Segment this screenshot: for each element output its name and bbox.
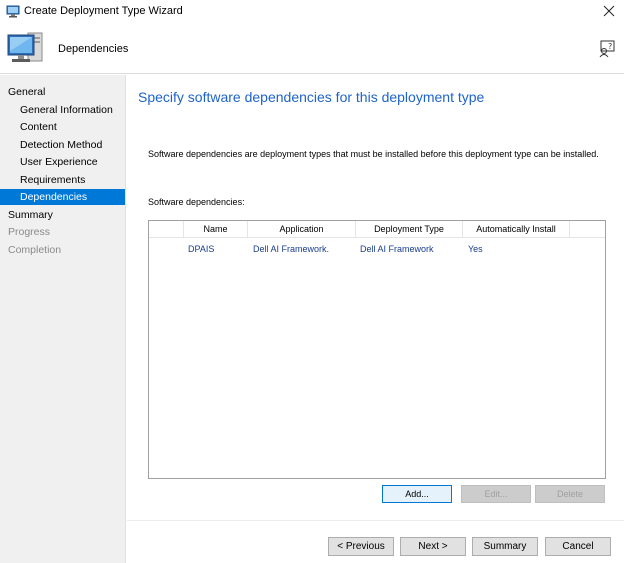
window-title: Create Deployment Type Wizard xyxy=(24,5,183,17)
sidebar-item-user-experience: User Experience xyxy=(20,156,98,168)
computer-icon xyxy=(6,29,46,67)
page-description: Software dependencies are deployment typ… xyxy=(148,149,599,159)
sidebar-item-summary: Summary xyxy=(8,209,53,221)
next-button[interactable]: Next > xyxy=(400,537,466,556)
row-name: DPAIS xyxy=(188,244,215,254)
page-title: Specify software dependencies for this d… xyxy=(138,89,485,105)
wizard-sidebar: General General Information Content Dete… xyxy=(0,75,126,563)
sidebar-item-progress: Progress xyxy=(8,226,51,238)
column-header-automatically-install[interactable]: Automatically Install xyxy=(463,221,570,238)
title-bar: Create Deployment Type Wizard xyxy=(0,0,624,24)
sidebar-item-content: Content xyxy=(20,121,57,133)
wizard-window: Create Deployment Type Wizard Dependenci… xyxy=(0,0,624,563)
wizard-content: Specify software dependencies for this d… xyxy=(127,75,624,563)
dependencies-list[interactable]: Name Application Deployment Type Automat… xyxy=(148,220,606,479)
column-header-blank[interactable] xyxy=(149,221,184,238)
summary-button[interactable]: Summary xyxy=(472,537,538,556)
sidebar-item-general-information: General Information xyxy=(20,104,113,116)
column-header-name[interactable]: Name xyxy=(184,221,248,238)
dependencies-label: Software dependencies: xyxy=(148,197,245,207)
header-title: Dependencies xyxy=(58,43,129,55)
footer-divider xyxy=(127,520,624,521)
close-icon[interactable] xyxy=(598,1,620,21)
row-application: Dell AI Framework. xyxy=(253,244,330,254)
column-header-deployment-type[interactable]: Deployment Type xyxy=(356,221,463,238)
previous-button[interactable]: < Previous xyxy=(328,537,394,556)
sidebar-item-requirements: Requirements xyxy=(20,174,86,186)
delete-button[interactable]: Delete xyxy=(535,485,605,503)
computer-icon xyxy=(6,5,20,18)
cancel-button[interactable]: Cancel xyxy=(545,537,611,556)
row-deployment-type: Dell AI Framework xyxy=(360,244,434,254)
sidebar-item-detection-method: Detection Method xyxy=(20,139,103,151)
help-icon[interactable]: ? xyxy=(598,40,616,58)
add-button[interactable]: Add... xyxy=(382,485,452,503)
svg-text:?: ? xyxy=(608,42,612,51)
list-header: Name Application Deployment Type Automat… xyxy=(149,221,605,238)
edit-button[interactable]: Edit... xyxy=(461,485,531,503)
column-header-application[interactable]: Application xyxy=(248,221,356,238)
sidebar-item-completion: Completion xyxy=(8,244,62,256)
table-row[interactable]: DPAIS Dell AI Framework. Dell AI Framewo… xyxy=(149,241,605,258)
sidebar-item-general: General xyxy=(8,86,46,98)
sidebar-item-dependencies: Dependencies xyxy=(0,189,125,205)
wizard-header: Dependencies ? xyxy=(0,24,624,74)
row-auto-install: Yes xyxy=(468,244,483,254)
